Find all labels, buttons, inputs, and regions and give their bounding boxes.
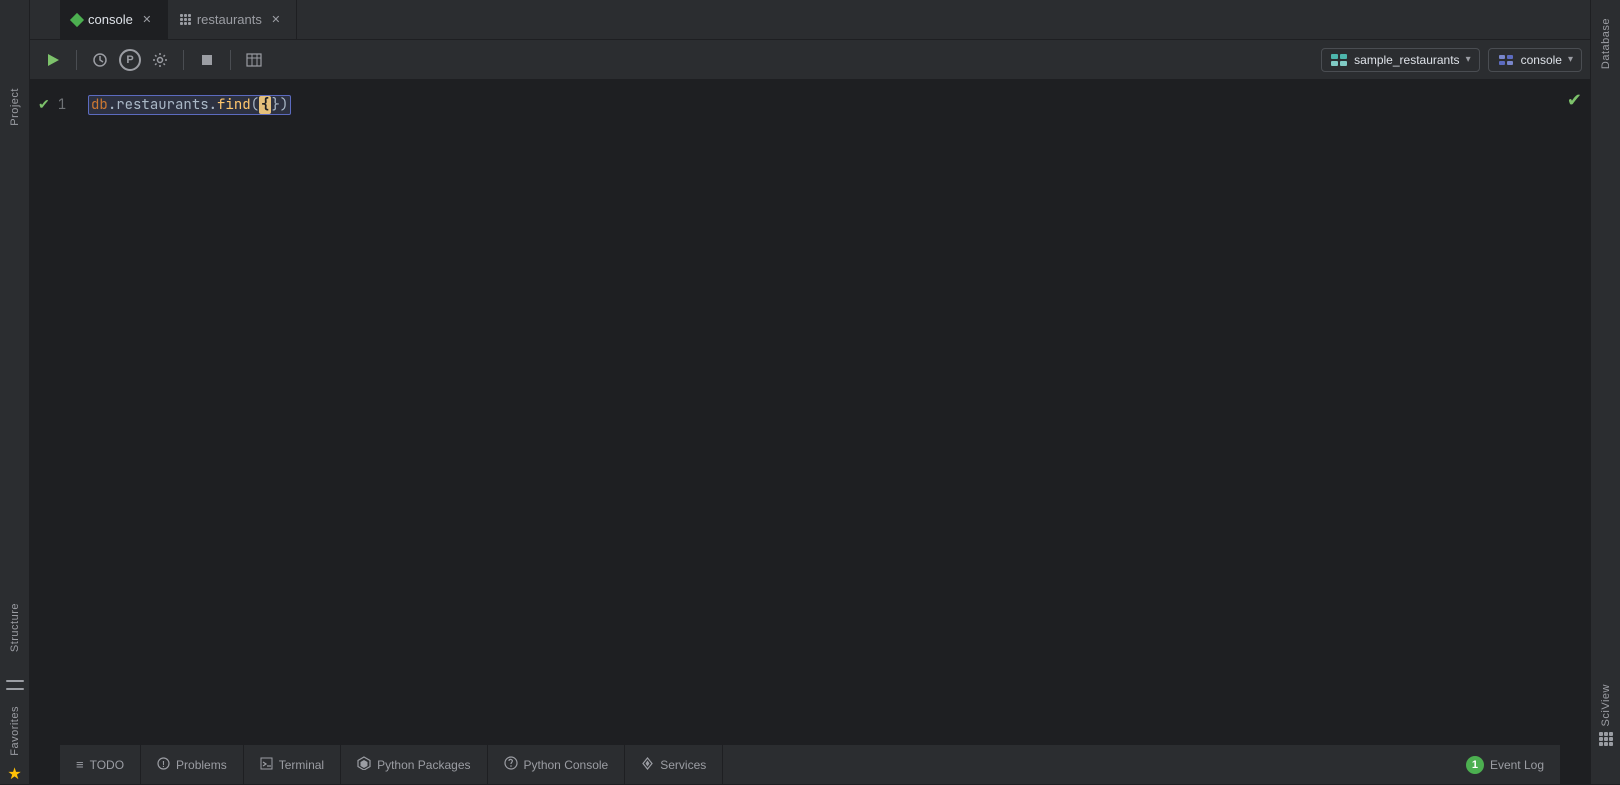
problems-svg-icon: !: [157, 757, 170, 770]
bottom-services[interactable]: Services: [625, 745, 723, 785]
console-selector-label: console: [1521, 53, 1562, 67]
console-selector-chevron: ▾: [1568, 54, 1573, 65]
code-highlight-box: db.restaurants.find({}): [88, 95, 291, 115]
problems-icon: !: [157, 757, 170, 773]
db-selector-chevron: ▾: [1466, 54, 1471, 65]
python-packages-label: Python Packages: [377, 758, 470, 772]
console-tab-icon: [70, 12, 84, 26]
editor-content[interactable]: ✔ 1 db.restaurants.find({}): [30, 80, 1590, 744]
services-svg-icon: [641, 757, 654, 770]
line-numbers: ✔ 1: [30, 88, 80, 736]
sidebar-item-project[interactable]: Project: [9, 80, 21, 134]
package-label: P: [126, 54, 133, 66]
tab-restaurants-label: restaurants: [197, 12, 262, 27]
history-icon: [92, 52, 108, 68]
line-check-1: ✔: [38, 96, 50, 114]
python-packages-svg-icon: [357, 756, 371, 770]
table-button[interactable]: [239, 45, 269, 75]
sidebar-item-favorites[interactable]: Favorites: [9, 698, 21, 764]
stop-button[interactable]: [192, 45, 222, 75]
bottom-problems[interactable]: ! Problems: [141, 745, 244, 785]
console-selector[interactable]: console ▾: [1488, 48, 1582, 72]
problems-label: Problems: [176, 758, 227, 772]
toolbar: P: [30, 40, 1590, 80]
code-collection: restaurants: [116, 96, 208, 114]
python-console-label: Python Console: [524, 758, 609, 772]
services-icon: [641, 757, 654, 773]
bottom-right: 1 Event Log: [1450, 745, 1560, 785]
console-selector-icon: [1497, 53, 1515, 67]
code-line-1: db.restaurants.find({}): [88, 94, 1582, 116]
run-icon: [46, 53, 60, 67]
editor-right-check: ✔: [1567, 90, 1582, 111]
code-db: db: [91, 96, 108, 114]
db-selector-icon: [1330, 53, 1348, 67]
sidebar-item-structure[interactable]: Structure: [9, 595, 21, 660]
code-close-paren: ): [280, 96, 288, 114]
code-open-paren: (: [251, 96, 259, 114]
svg-text:!: !: [162, 760, 165, 769]
table-icon: [246, 53, 262, 67]
event-log[interactable]: 1 Event Log: [1450, 745, 1560, 785]
code-cursor-brace: {: [259, 96, 271, 114]
tab-restaurants-close[interactable]: ✕: [268, 12, 284, 28]
python-packages-icon: [357, 756, 371, 773]
bottom-todo[interactable]: ≡ TODO: [60, 745, 141, 785]
line-number-1: 1: [58, 96, 66, 114]
terminal-label: Terminal: [279, 758, 324, 772]
bottom-bar: ≡ TODO ! Problems Terminal: [60, 744, 1560, 784]
tab-console[interactable]: console ✕: [60, 0, 168, 40]
run-button[interactable]: [38, 45, 68, 75]
event-log-badge: 1: [1466, 756, 1484, 774]
package-button[interactable]: P: [119, 49, 141, 71]
toolbar-right: sample_restaurants ▾ console ▾: [1321, 48, 1582, 72]
left-sidebar: Project Structure Favorites ★: [0, 0, 30, 784]
code-close-brace: }: [271, 96, 279, 114]
editor-area: ✔ 1 db.restaurants.find({}) ✔: [30, 80, 1590, 744]
event-log-label: Event Log: [1490, 758, 1544, 772]
todo-icon: ≡: [76, 757, 84, 772]
sidebar-divider: [6, 688, 24, 690]
terminal-icon: [260, 757, 273, 773]
db-selector-label: sample_restaurants: [1354, 53, 1459, 67]
right-sidebar: Database SciView: [1590, 0, 1620, 784]
bottom-python-console[interactable]: Python Console: [488, 745, 626, 785]
bottom-terminal[interactable]: Terminal: [244, 745, 341, 785]
sidebar-item-sciview[interactable]: SciView: [1600, 676, 1612, 734]
tab-bar: console ✕ restaurants ✕: [30, 0, 1590, 40]
settings-button[interactable]: [145, 45, 175, 75]
services-label: Services: [660, 758, 706, 772]
restaurants-tab-icon: [180, 14, 191, 25]
code-dot2: .: [209, 96, 217, 114]
favorites-star-icon: ★: [7, 764, 21, 784]
terminal-svg-icon: [260, 757, 273, 770]
settings-icon: [152, 52, 168, 68]
bottom-python-packages[interactable]: Python Packages: [341, 745, 487, 785]
toolbar-separator-2: [183, 50, 184, 70]
toolbar-separator-1: [76, 50, 77, 70]
sidebar-divider: [6, 680, 24, 682]
code-method: find: [217, 96, 251, 114]
history-button[interactable]: [85, 45, 115, 75]
db-selector[interactable]: sample_restaurants ▾: [1321, 48, 1479, 72]
code-dot1: .: [108, 96, 116, 114]
toolbar-separator-3: [230, 50, 231, 70]
code-area[interactable]: db.restaurants.find({}): [80, 88, 1590, 736]
python-console-svg-icon: [504, 756, 518, 770]
stop-icon: [201, 54, 213, 66]
python-console-icon: [504, 756, 518, 773]
sidebar-item-database[interactable]: Database: [1600, 10, 1612, 77]
tab-restaurants[interactable]: restaurants ✕: [168, 0, 297, 40]
tab-console-close[interactable]: ✕: [139, 12, 155, 28]
todo-label: TODO: [90, 758, 124, 772]
tab-console-label: console: [88, 12, 133, 27]
